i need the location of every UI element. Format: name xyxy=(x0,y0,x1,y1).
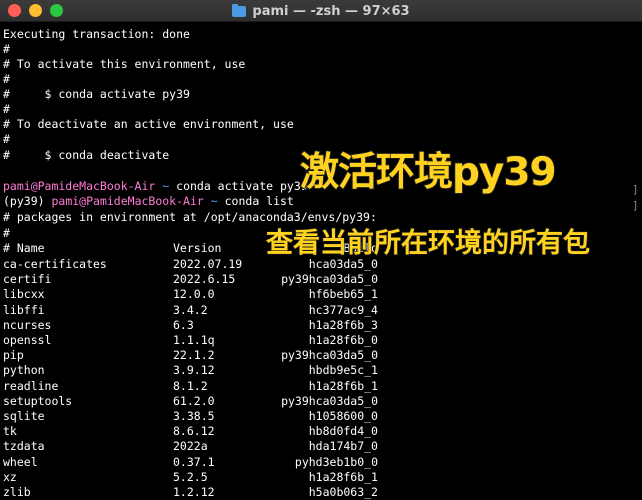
output-line: # xyxy=(3,226,10,240)
package-build: py39hca03da5_0 xyxy=(281,272,378,287)
prompt-command: conda activate py39 xyxy=(176,179,308,193)
prompt-line-activate: pami@PamideMacBook-Air ~ conda activate … xyxy=(3,179,308,194)
package-name: readline xyxy=(3,378,59,393)
output-line: # packages in environment at /opt/anacon… xyxy=(3,210,377,224)
package-version: 8.6.12 xyxy=(173,424,215,439)
package-name: ncurses xyxy=(3,317,52,332)
package-name: libffi xyxy=(3,302,45,317)
scroll-marker: ] xyxy=(632,183,639,196)
package-build: h1a28f6b_0 xyxy=(308,333,378,347)
package-build: hbdb9e5c_1 xyxy=(308,363,378,378)
package-name: zlib xyxy=(3,485,31,499)
package-version: 1.1.1q xyxy=(173,333,215,347)
overlay-caption: 查看当前所在环境的所有包 xyxy=(265,227,591,260)
package-name: ca-certificates xyxy=(3,257,107,271)
package-name: sqlite xyxy=(3,409,45,423)
package-build: h5a0b063_2 xyxy=(308,485,378,499)
package-name: wheel xyxy=(3,454,38,469)
output-line: # $ conda deactivate xyxy=(3,148,170,162)
package-version: 8.1.2 xyxy=(173,378,208,393)
prompt-path: ~ xyxy=(162,179,170,193)
package-build: hda174b7_0 xyxy=(308,439,378,454)
prompt-command: conda list xyxy=(224,194,294,208)
package-version: 3.9.12 xyxy=(173,363,215,378)
window-title-container: pami — -zsh — 97×63 xyxy=(0,0,642,22)
package-build: py39hca03da5_0 xyxy=(281,393,378,408)
package-build: hb8d0fd4_0 xyxy=(308,424,378,439)
package-version: 22.1.2 xyxy=(173,348,215,363)
package-version: 5.2.5 xyxy=(173,469,208,484)
package-name: libcxx xyxy=(3,287,45,302)
output-line: # xyxy=(3,102,10,116)
overlay-heading: 激活环境py39 xyxy=(299,149,558,196)
package-version: 2022.07.19 xyxy=(173,257,243,271)
package-build: py39hca03da5_0 xyxy=(281,348,378,363)
package-version: 61.2.0 xyxy=(173,393,215,408)
package-build: h1058600_0 xyxy=(308,409,378,423)
header-name: # Name xyxy=(3,241,45,255)
package-version: 0.37.1 xyxy=(173,454,215,469)
package-name: openssl xyxy=(3,333,52,347)
scroll-marker: ] xyxy=(632,199,639,212)
package-version: 1.2.12 xyxy=(173,485,215,499)
prompt-line-list: (py39) pami@PamideMacBook-Air ~ conda li… xyxy=(3,194,294,209)
package-version: 2022a xyxy=(173,439,208,454)
package-name: pip xyxy=(3,348,24,363)
output-line: # xyxy=(3,132,10,146)
package-version: 3.4.2 xyxy=(173,302,208,317)
package-name: setuptools xyxy=(3,393,73,408)
output-line: # To activate this environment, use xyxy=(3,57,246,71)
package-build: h1a28f6b_3 xyxy=(308,317,378,332)
package-name: xz xyxy=(3,469,17,484)
title-bar: pami — -zsh — 97×63 xyxy=(0,0,642,22)
header-version: Version xyxy=(173,241,222,255)
folder-icon xyxy=(232,3,247,17)
package-name: python xyxy=(3,363,45,378)
output-line: # xyxy=(3,72,10,86)
package-build: hc377ac9_4 xyxy=(308,302,378,317)
window-title: pami — -zsh — 97×63 xyxy=(252,3,410,19)
package-name: tk xyxy=(3,424,17,439)
package-version: 6.3 xyxy=(173,317,194,332)
package-version: 12.0.0 xyxy=(173,287,215,302)
package-build: h1a28f6b_1 xyxy=(308,378,378,393)
prompt-env: (py39) xyxy=(3,194,45,208)
output-line: # xyxy=(3,42,10,56)
package-build: pyhd3eb1b0_0 xyxy=(294,454,378,469)
package-name: tzdata xyxy=(3,439,45,454)
prompt-user: pami@PamideMacBook-Air xyxy=(3,179,156,193)
prompt-path: ~ xyxy=(210,194,218,208)
package-version: 2022.6.15 xyxy=(173,272,236,287)
package-build: h1a28f6b_1 xyxy=(308,469,378,484)
package-name: certifi xyxy=(3,272,52,287)
output-line: # $ conda activate py39 xyxy=(3,87,190,101)
terminal-output[interactable]: Executing transaction: done # # To activ… xyxy=(0,22,642,500)
package-build: hf6beb65_1 xyxy=(308,287,378,302)
output-line: Executing transaction: done xyxy=(3,27,190,41)
package-version: 3.38.5 xyxy=(173,409,215,423)
output-line: # To deactivate an active environment, u… xyxy=(3,117,294,131)
prompt-user: pami@PamideMacBook-Air xyxy=(51,194,204,208)
